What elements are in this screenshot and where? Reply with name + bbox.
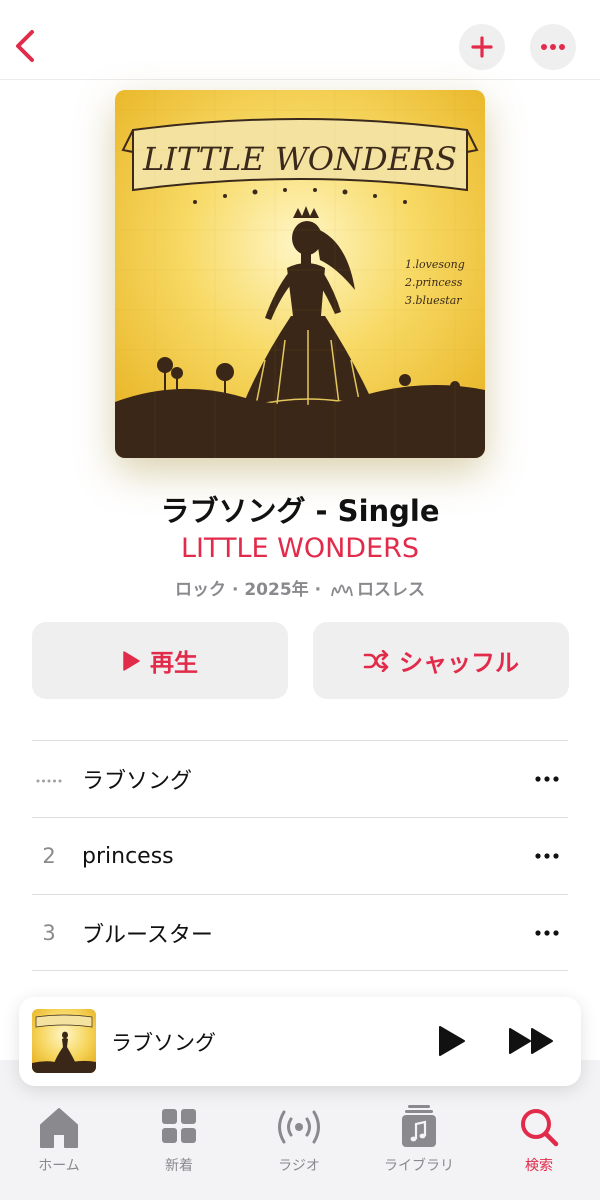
tab-label: 検索 <box>525 1158 553 1174</box>
artist-link[interactable]: LITTLE WONDERS <box>0 533 600 564</box>
track-more-button[interactable] <box>532 844 562 868</box>
shuffle-button[interactable]: シャッフル <box>313 622 569 699</box>
tab-label: 新着 <box>165 1158 193 1174</box>
track-row[interactable]: 3 ブルースター <box>32 894 568 971</box>
play-button[interactable]: 再生 <box>32 622 288 699</box>
search-icon <box>521 1109 559 1147</box>
add-button[interactable] <box>459 24 505 70</box>
now-playing-indicator-icon <box>36 779 62 783</box>
mini-player[interactable]: ラブソング <box>19 997 581 1086</box>
track-row[interactable]: 2 princess <box>32 817 568 894</box>
library-icon <box>402 1105 436 1147</box>
ellipsis-icon <box>535 776 559 782</box>
shuffle-button-label: シャッフル <box>399 649 519 677</box>
quality-text: ロスレス <box>356 580 425 600</box>
grid-icon <box>162 1109 196 1143</box>
track-title: ブルースター <box>82 922 213 948</box>
album-meta: ロック · 2025年 · ロスレス <box>0 575 600 600</box>
top-bar <box>0 0 600 80</box>
track-number: 3 <box>42 920 56 945</box>
tab-search[interactable]: 検索 <box>489 1103 589 1183</box>
tab-library[interactable]: ライブラリ <box>369 1103 469 1183</box>
fast-forward-icon <box>509 1028 553 1054</box>
tab-radio[interactable]: ラジオ <box>249 1103 349 1183</box>
chevron-left-icon <box>16 30 34 62</box>
cover-banner-text: LITTLE WONDERS <box>142 140 457 178</box>
tab-label: ホーム <box>38 1158 80 1174</box>
tab-home[interactable]: ホーム <box>9 1103 109 1183</box>
play-icon <box>439 1026 465 1056</box>
track-more-button[interactable] <box>532 767 562 791</box>
lossless-icon <box>331 584 353 597</box>
play-button-label: 再生 <box>150 649 198 677</box>
track-more-button[interactable] <box>532 921 562 945</box>
track-number: 2 <box>42 844 56 868</box>
mini-player-play-button[interactable] <box>433 1023 469 1059</box>
track-list: ラブソング 2 princess 3 ブルースター <box>32 740 568 971</box>
cover-track-3: 3.bluestar <box>405 294 462 307</box>
ellipsis-icon <box>535 930 559 936</box>
track-title: ラブソング <box>82 769 193 794</box>
more-options-button[interactable] <box>530 24 576 70</box>
radio-icon <box>278 1110 320 1144</box>
track-title: princess <box>82 843 174 869</box>
ellipsis-icon <box>535 853 559 859</box>
tab-label: ライブラリ <box>384 1158 454 1174</box>
tab-new[interactable]: 新着 <box>129 1103 229 1183</box>
ellipsis-icon <box>541 44 565 50</box>
track-row[interactable]: ラブソング <box>32 740 568 817</box>
play-icon <box>123 650 140 671</box>
genre-year-text: ロック · 2025年 · <box>175 580 327 600</box>
back-button[interactable] <box>10 26 40 66</box>
album-artwork: LITTLE WONDERS 1.lovesong 2.princess 3.b… <box>115 90 485 458</box>
home-icon <box>40 1108 78 1148</box>
mini-player-artwork <box>32 1009 96 1073</box>
cover-track-2: 2.princess <box>404 276 463 289</box>
mini-player-next-button[interactable] <box>506 1023 558 1059</box>
tab-label: ラジオ <box>278 1158 320 1174</box>
cover-track-1: 1.lovesong <box>405 258 465 271</box>
shuffle-icon <box>363 649 389 672</box>
plus-icon <box>471 36 493 58</box>
album-title: ラブソング - Single <box>160 494 440 528</box>
mini-player-title: ラブソング <box>111 1031 216 1055</box>
